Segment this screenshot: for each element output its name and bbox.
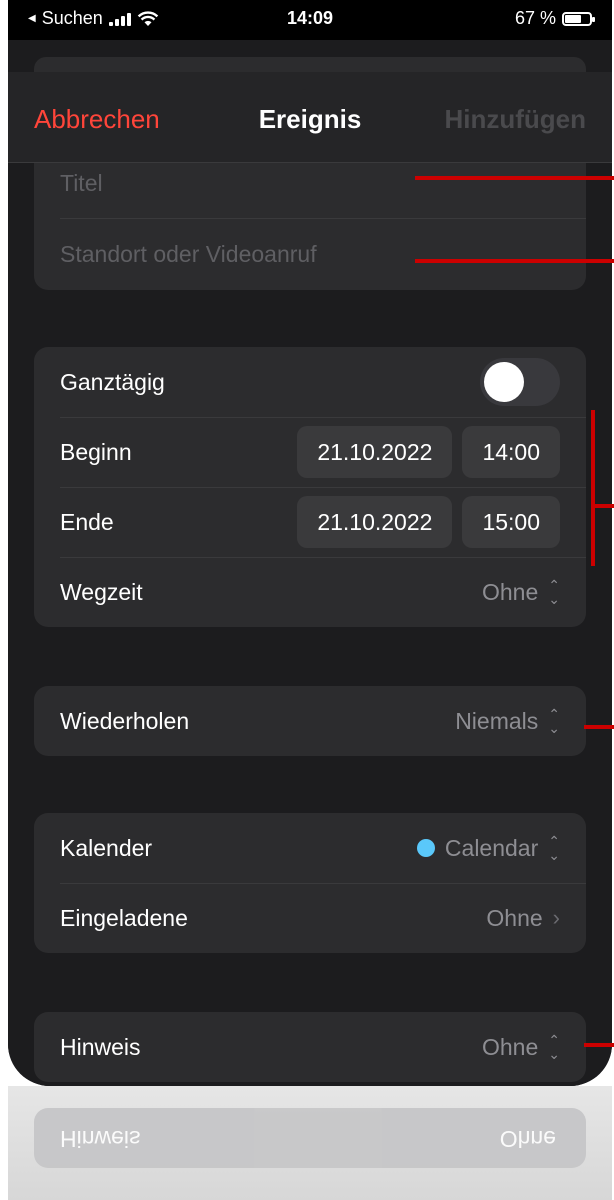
calendar-value: Calendar [444,834,539,861]
travel-time-row[interactable]: Wegzeit Ohne ⌃ ⌄ [34,557,586,627]
chevron-up-down-icon: ⌃ ⌄ [548,577,560,607]
travel-time-label: Wegzeit [60,578,143,605]
calendar-value-wrap: Calendar ⌃ ⌄ [416,833,560,863]
add-button[interactable]: Hinzufügen [444,104,586,135]
all-day-toggle[interactable] [480,358,560,406]
end-row: Ende 21.10.2022 15:00 [34,487,586,557]
reflected-alert-label: Hinweis [60,1126,141,1152]
location-placeholder: Standort oder Videoanruf [60,240,317,267]
calendar-label: Kalender [60,834,153,861]
alert-group: Hinweis Ohne ⌃ ⌄ [34,1012,586,1082]
nav-bar: Abbrechen Ereignis Hinzufügen [8,72,612,163]
annotation-line-title [415,176,614,180]
end-time-button[interactable]: 15:00 [462,496,560,548]
invitees-value: Ohne [486,904,543,931]
start-time-button[interactable]: 14:00 [462,426,560,478]
alert-value-wrap: Ohne ⌃ ⌄ [482,1033,560,1061]
end-label: Ende [60,508,114,535]
repeat-value-wrap: Niemals ⌃ ⌄ [455,707,560,735]
repeat-label: Wiederholen [60,707,190,734]
status-right: 67 % [514,8,595,29]
invitees-row[interactable]: Eingeladene Ohne › [34,883,586,953]
alert-value: Ohne [482,1033,539,1060]
start-date-button[interactable]: 21.10.2022 [297,426,453,478]
calendar-group: Kalender Calendar ⌃ ⌄ Eingeladene Ohne › [34,813,586,953]
chevron-up-down-icon: ⌃ ⌄ [548,1032,560,1062]
status-bar: ◀ Suchen 14:09 67 % [8,0,612,40]
annotation-line-alert [584,1043,614,1047]
start-pills: 21.10.2022 14:00 [297,426,560,478]
start-label: Beginn [60,438,132,465]
end-pills: 21.10.2022 15:00 [297,496,560,548]
battery-icon [562,11,595,26]
alert-row[interactable]: Hinweis Ohne ⌃ ⌄ [34,1012,586,1082]
travel-time-value-wrap: Ohne ⌃ ⌄ [482,578,560,606]
details-group: Titel Standort oder Videoanruf [34,148,586,290]
chevron-up-down-icon: ⌃ ⌄ [548,706,560,736]
phone-screen: ◀ Suchen 14:09 67 % Abbrechen Ereignis H… [8,0,612,1086]
annotation-bracket-vertical [591,410,595,566]
start-row: Beginn 21.10.2022 14:00 [34,417,586,487]
toggle-knob [484,362,524,402]
annotation-bracket-stub [591,504,614,508]
reflected-alert-row: Hinweis Ohne [34,1108,586,1168]
all-day-label: Ganztägig [60,368,165,395]
time-group: Ganztägig Beginn 21.10.2022 14:00 Ende 2… [34,347,586,627]
travel-time-value: Ohne [482,578,539,605]
chevron-up-down-icon: ⌃ ⌄ [548,833,560,863]
alert-label: Hinweis [60,1033,141,1060]
reflected-alert-value: Ohne [499,1126,556,1152]
invitees-label: Eingeladene [60,904,188,931]
calendar-color-dot-icon [416,839,435,857]
invitees-value-wrap: Ohne › [486,905,560,932]
battery-percent: 67 % [514,8,556,28]
phone-reflection: Hinweis Ohne [8,1086,612,1200]
chevron-right-icon: › [552,905,560,930]
repeat-row[interactable]: Wiederholen Niemals ⌃ ⌄ [34,686,586,756]
annotation-line-location [415,259,614,263]
repeat-value: Niemals [455,707,539,734]
calendar-row[interactable]: Kalender Calendar ⌃ ⌄ [34,813,586,883]
location-field[interactable]: Standort oder Videoanruf [34,218,586,290]
all-day-row: Ganztägig [34,347,586,417]
repeat-group: Wiederholen Niemals ⌃ ⌄ [34,686,586,756]
end-date-button[interactable]: 21.10.2022 [297,496,453,548]
annotation-line-repeat [584,725,614,729]
title-placeholder: Titel [60,169,103,196]
